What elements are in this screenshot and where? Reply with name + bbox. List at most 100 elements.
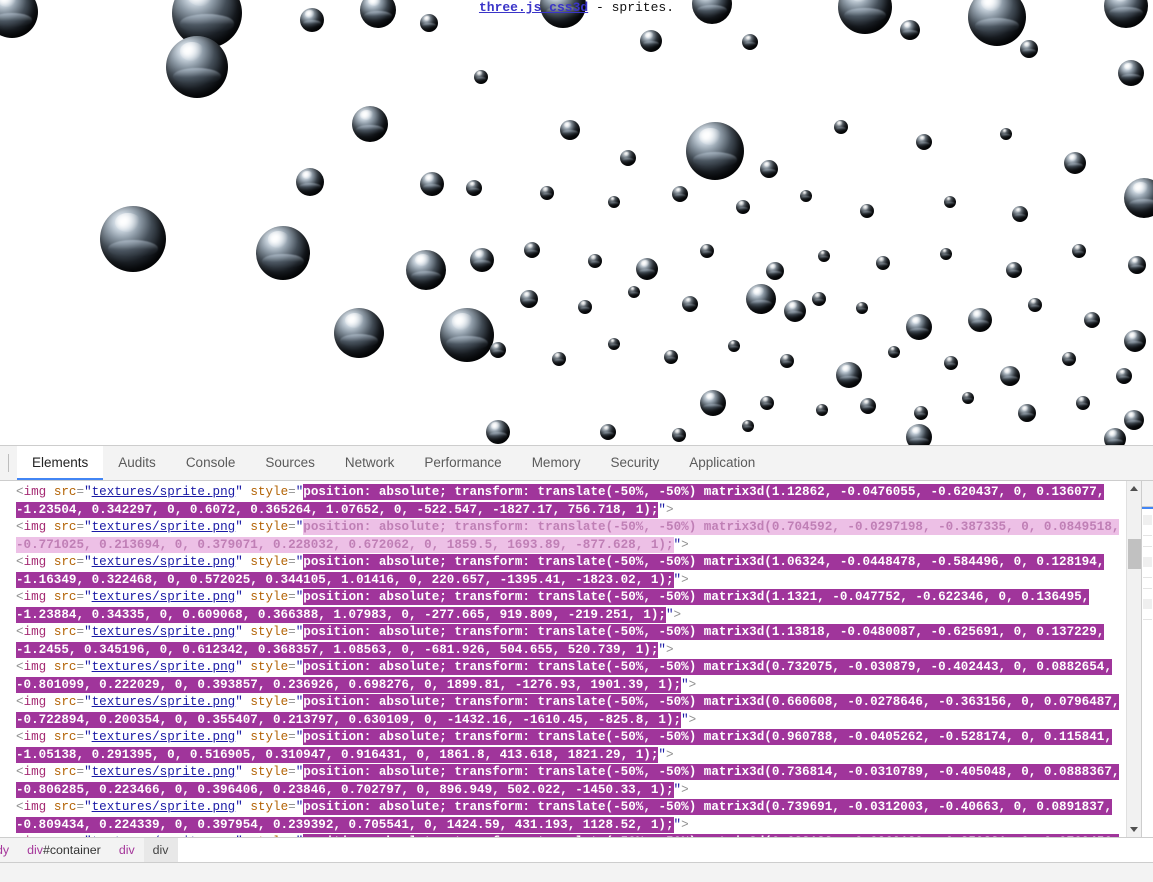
tab-network[interactable]: Network bbox=[330, 446, 410, 480]
styles-divider bbox=[1143, 577, 1152, 578]
tab-security[interactable]: Security bbox=[595, 446, 674, 480]
breadcrumb-item[interactable]: div bbox=[110, 838, 144, 862]
attr-equals: = bbox=[77, 835, 85, 837]
tab-sources[interactable]: Sources bbox=[250, 446, 330, 480]
scroll-down-arrow-icon[interactable] bbox=[1126, 822, 1142, 837]
sprite-src-link[interactable]: textures/sprite.png bbox=[92, 520, 236, 534]
attr-equals: = bbox=[76, 730, 85, 744]
sprite-ball bbox=[1072, 244, 1086, 258]
attr-name-src: src bbox=[53, 765, 77, 779]
attr-name-style: style bbox=[250, 590, 289, 604]
sprite-ball bbox=[1064, 152, 1086, 174]
styles-divider bbox=[1143, 546, 1152, 547]
sprite-ball bbox=[816, 404, 828, 416]
tag-close-bracket: > bbox=[688, 712, 697, 727]
sprite-ball bbox=[1000, 366, 1020, 386]
sprite-ball bbox=[1028, 298, 1042, 312]
tree-node-img[interactable]: <img src="textures/sprite.png" style="po… bbox=[16, 589, 1126, 624]
tab-elements[interactable]: Elements bbox=[17, 446, 104, 480]
sprite-ball bbox=[940, 248, 952, 260]
tab-application[interactable]: Application bbox=[674, 446, 770, 480]
sprite-src-link[interactable]: textures/sprite.png bbox=[92, 800, 236, 814]
sprite-ball bbox=[540, 186, 554, 200]
breadcrumb-item[interactable]: div #container bbox=[18, 838, 110, 862]
attr-equals: = bbox=[76, 625, 85, 639]
breadcrumb-item[interactable]: div bbox=[143, 838, 178, 862]
sprite-ball bbox=[1006, 262, 1022, 278]
tag-open-bracket: < bbox=[16, 625, 24, 639]
tree-node-img[interactable]: <img src="textures/sprite.png" style="po… bbox=[16, 729, 1126, 764]
tree-node-img[interactable]: <img src="textures/sprite.png" style="po… bbox=[16, 834, 1126, 837]
tag-open-bracket: < bbox=[16, 765, 24, 779]
tree-node-img[interactable]: <img src="textures/sprite.png" style="po… bbox=[16, 799, 1126, 834]
attr-equals: = bbox=[288, 485, 296, 499]
tab-console[interactable]: Console bbox=[171, 446, 251, 480]
attr-quote: " bbox=[84, 520, 92, 534]
tag-name: img bbox=[23, 695, 47, 709]
threejs-link[interactable]: three.js css3d bbox=[479, 0, 588, 15]
sprite-ball bbox=[296, 168, 324, 196]
tab-memory[interactable]: Memory bbox=[517, 446, 596, 480]
styles-sidebar[interactable] bbox=[1141, 481, 1153, 837]
sprite-src-link[interactable]: textures/sprite.png bbox=[92, 625, 236, 639]
attr-value-style[interactable]: position: absolute; transform: translate… bbox=[303, 834, 1120, 837]
sprite-ball bbox=[784, 300, 806, 322]
sprite-src-link[interactable]: textures/sprite.png bbox=[92, 835, 236, 837]
tree-node-img[interactable]: <img src="textures/sprite.png" style="po… bbox=[16, 694, 1126, 729]
styles-rule-block bbox=[1143, 599, 1152, 609]
sprite-src-link[interactable]: textures/sprite.png bbox=[92, 695, 236, 709]
attr-equals: = bbox=[288, 695, 296, 709]
sprite-src-link[interactable]: textures/sprite.png bbox=[92, 730, 236, 744]
sprite-ball bbox=[1018, 404, 1036, 422]
sprite-ball bbox=[760, 396, 774, 410]
sprite-ball bbox=[944, 196, 956, 208]
tab-audits[interactable]: Audits bbox=[103, 446, 171, 480]
tree-node-img[interactable]: <img src="textures/sprite.png" style="po… bbox=[16, 624, 1126, 659]
page-viewport: three.js css3d - sprites. bbox=[0, 0, 1153, 445]
attr-name-src: src bbox=[53, 730, 77, 744]
tag-close-bracket: > bbox=[681, 572, 689, 587]
sprite-ball bbox=[600, 424, 616, 440]
tree-node-img[interactable]: <img src="textures/sprite.png" style="po… bbox=[16, 484, 1126, 519]
attr-quote: " bbox=[658, 747, 666, 762]
breadcrumb-item[interactable]: dy bbox=[0, 838, 18, 862]
sprite-ball bbox=[760, 160, 778, 178]
tag-open-bracket: < bbox=[16, 520, 24, 534]
attr-quote: " bbox=[235, 660, 243, 674]
tree-node-img[interactable]: <img src="textures/sprite.png" style="po… bbox=[16, 554, 1126, 589]
sprite-src-link[interactable]: textures/sprite.png bbox=[92, 485, 236, 499]
elements-tree[interactable]: <img src="textures/sprite.png" style="po… bbox=[0, 481, 1126, 837]
elements-tree-scrollbar[interactable] bbox=[1126, 481, 1142, 837]
tag-open-bracket: < bbox=[16, 695, 24, 709]
tag-name: img bbox=[23, 590, 47, 604]
attr-equals: = bbox=[76, 520, 85, 534]
sprite-ball bbox=[700, 390, 726, 416]
sprite-src-link[interactable]: textures/sprite.png bbox=[92, 660, 236, 674]
scrollbar-thumb[interactable] bbox=[1128, 539, 1141, 569]
styles-sidebar-tabstrip[interactable] bbox=[1142, 481, 1153, 507]
tree-node-img[interactable]: <img src="textures/sprite.png" style="po… bbox=[16, 764, 1126, 799]
attr-equals: = bbox=[76, 800, 85, 814]
tree-node-img[interactable]: <img src="textures/sprite.png" style="po… bbox=[16, 519, 1126, 554]
scroll-up-arrow-icon[interactable] bbox=[1126, 481, 1142, 496]
attr-name-style: style bbox=[250, 485, 289, 499]
sprite-src-link[interactable]: textures/sprite.png bbox=[92, 765, 236, 779]
sprite-src-link[interactable]: textures/sprite.png bbox=[92, 555, 236, 569]
devtools-body: <img src="textures/sprite.png" style="po… bbox=[0, 481, 1153, 837]
tree-node-img[interactable]: <img src="textures/sprite.png" style="po… bbox=[16, 659, 1126, 694]
attr-quote: " bbox=[681, 712, 689, 727]
tag-close-bracket: > bbox=[681, 537, 689, 552]
sprite-ball bbox=[968, 308, 992, 332]
styles-divider bbox=[1143, 535, 1152, 536]
tag-open-bracket: < bbox=[16, 800, 24, 814]
sprite-ball bbox=[1104, 0, 1148, 28]
tab-performance[interactable]: Performance bbox=[409, 446, 516, 480]
attr-equals: = bbox=[76, 590, 85, 604]
sprite-src-link[interactable]: textures/sprite.png bbox=[92, 590, 236, 604]
tag-name: img bbox=[23, 625, 47, 639]
sprite-ball bbox=[640, 30, 662, 52]
